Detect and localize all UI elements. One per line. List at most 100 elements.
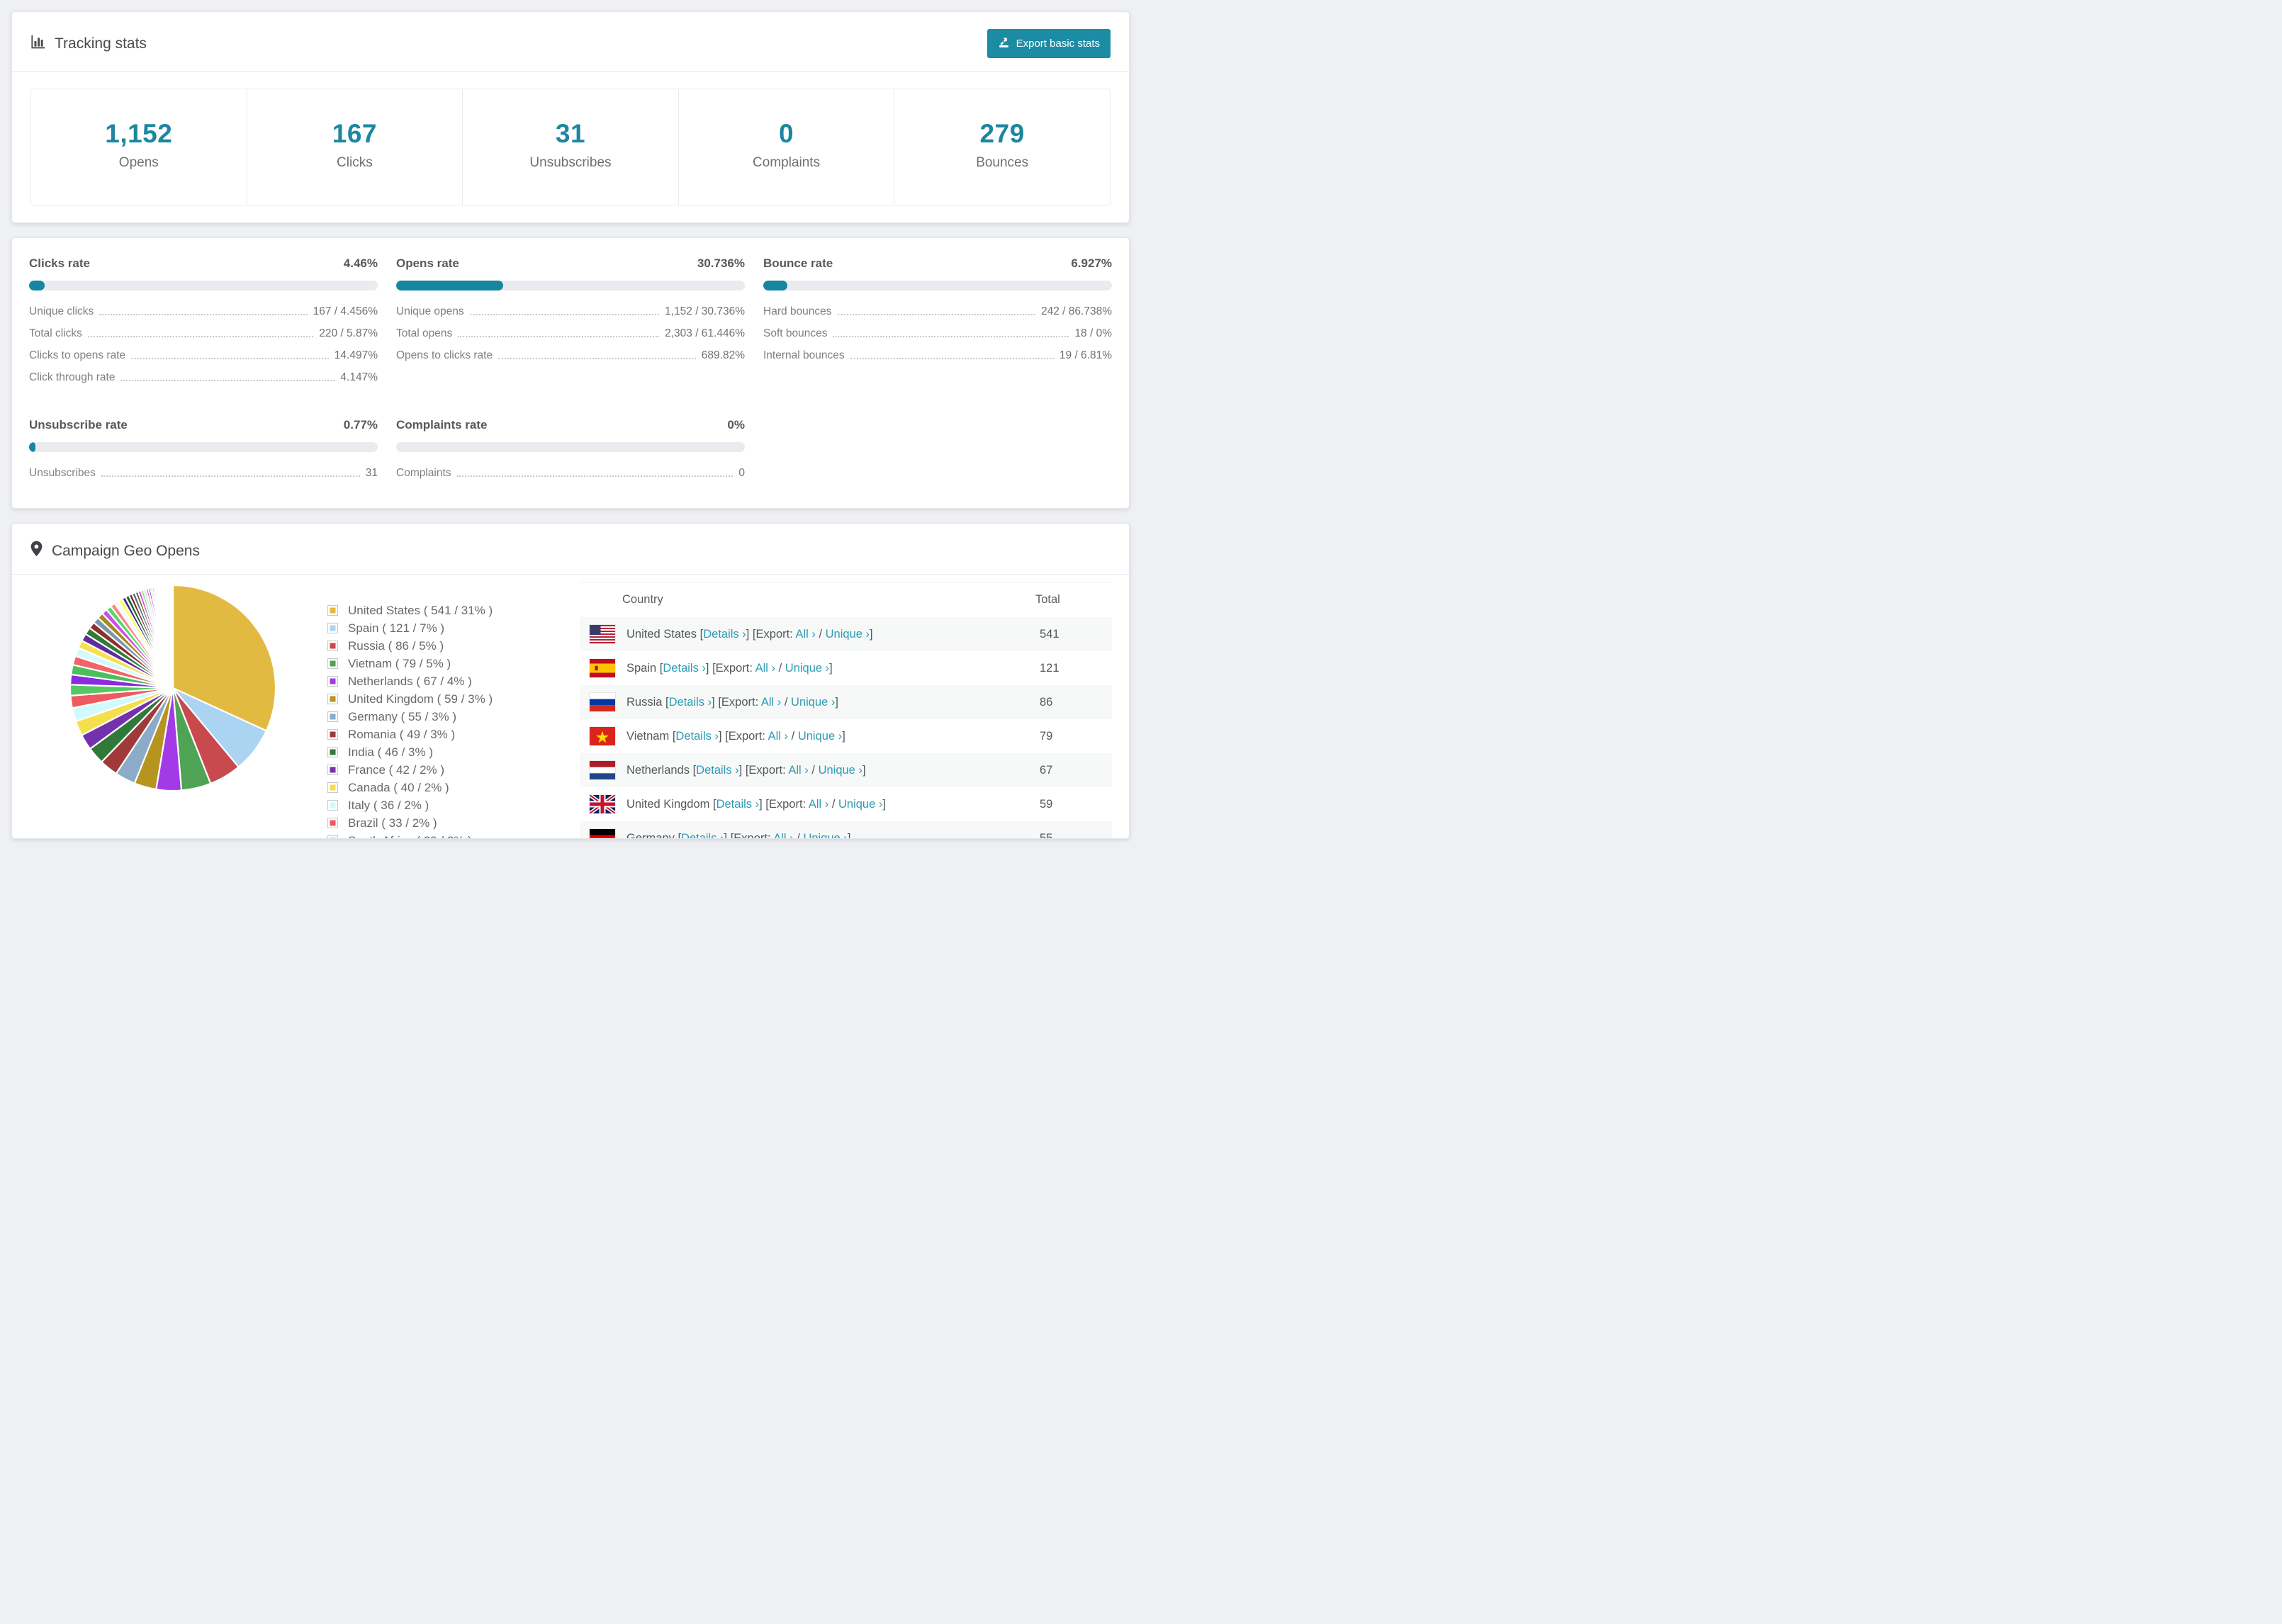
rate-row: Total opens 2,303 / 61.446% bbox=[396, 322, 745, 344]
legend-item: Spain ( 121 / 7% ) bbox=[327, 619, 553, 637]
rate-row-value: 0 bbox=[738, 466, 745, 479]
tracking-stats-title: Tracking stats bbox=[30, 34, 147, 53]
unsubscribe-rate-value: 0.77% bbox=[343, 418, 378, 432]
stat-complaints-value: 0 bbox=[779, 119, 794, 148]
details-link[interactable]: Details › bbox=[663, 662, 706, 675]
rate-row: Complaints 0 bbox=[396, 462, 745, 484]
dotted-leader bbox=[87, 335, 314, 337]
geo-opens-card: Campaign Geo Opens United States ( 541 /… bbox=[11, 523, 1130, 839]
table-row: Vietnam [Details ›] [Export: All › / Uni… bbox=[580, 719, 1112, 753]
clicks-rate-progressbar bbox=[29, 281, 378, 291]
dotted-leader bbox=[469, 313, 660, 315]
stat-opens: 1,152 Opens bbox=[31, 89, 247, 205]
legend-item: Netherlands ( 67 / 4% ) bbox=[327, 672, 553, 690]
legend-swatch bbox=[327, 605, 338, 616]
rate-row-label: Total clicks bbox=[29, 327, 82, 339]
legend-swatch bbox=[327, 711, 338, 722]
export-unique-link[interactable]: Unique › bbox=[785, 662, 829, 675]
complaints-rate-title: Complaints rate bbox=[396, 418, 488, 432]
legend-label: United States ( 541 / 31% ) bbox=[348, 603, 493, 617]
export-basic-stats-button[interactable]: Export basic stats bbox=[987, 29, 1111, 58]
country-total: 55 bbox=[1040, 831, 1053, 839]
unsubscribe-rate-progressbar bbox=[29, 442, 378, 452]
rate-row-value: 2,303 / 61.446% bbox=[665, 327, 745, 339]
stats-summary-row: 1,152 Opens 167 Clicks 31 Unsubscribes 0… bbox=[30, 89, 1111, 205]
legend-swatch bbox=[327, 729, 338, 740]
dotted-leader bbox=[498, 357, 696, 359]
legend-swatch bbox=[327, 782, 338, 793]
export-button-label: Export basic stats bbox=[1016, 38, 1100, 50]
export-unique-link[interactable]: Unique › bbox=[819, 764, 862, 777]
legend-label: Italy ( 36 / 2% ) bbox=[348, 798, 429, 812]
country-label: Netherlands [Details ›] [Export: All › /… bbox=[626, 763, 866, 777]
legend-swatch bbox=[327, 818, 338, 828]
geo-pie-legend: United States ( 541 / 31% ) Spain ( 121 /… bbox=[327, 602, 553, 838]
clicks-rate-title: Clicks rate bbox=[29, 256, 90, 270]
clicks-rate-progress-fill bbox=[29, 281, 45, 291]
details-link[interactable]: Details › bbox=[703, 628, 746, 641]
geo-table-header-country: Country bbox=[622, 593, 663, 606]
country-total: 541 bbox=[1040, 627, 1060, 641]
export-all-link[interactable]: All › bbox=[773, 832, 793, 839]
clicks-rate-value: 4.46% bbox=[343, 256, 378, 270]
rate-row-label: Click through rate bbox=[29, 371, 116, 383]
legend-item: United States ( 541 / 31% ) bbox=[327, 602, 553, 619]
geo-pie-chart bbox=[67, 582, 279, 798]
details-link[interactable]: Details › bbox=[669, 696, 712, 709]
legend-label: Germany ( 55 / 3% ) bbox=[348, 709, 457, 723]
rate-row-value: 18 / 0% bbox=[1074, 327, 1112, 339]
table-row: Spain [Details ›] [Export: All › / Uniqu… bbox=[580, 651, 1112, 685]
legend-swatch bbox=[327, 765, 338, 775]
rate-row-value: 19 / 6.81% bbox=[1059, 349, 1112, 361]
details-link[interactable]: Details › bbox=[716, 798, 760, 811]
country-label: United Kingdom [Details ›] [Export: All … bbox=[626, 797, 886, 811]
export-icon bbox=[998, 36, 1010, 51]
export-unique-link[interactable]: Unique › bbox=[791, 696, 835, 709]
export-all-link[interactable]: All › bbox=[809, 798, 828, 811]
flag-gb-icon bbox=[590, 795, 615, 813]
stat-unsubscribes-label: Unsubscribes bbox=[529, 155, 612, 170]
dotted-leader bbox=[458, 335, 660, 337]
export-unique-link[interactable]: Unique › bbox=[826, 628, 870, 641]
rate-row-label: Clicks to opens rate bbox=[29, 349, 126, 361]
rate-row: Soft bounces 18 / 0% bbox=[763, 322, 1112, 344]
opens-rate-title: Opens rate bbox=[396, 256, 459, 270]
legend-item: France ( 42 / 2% ) bbox=[327, 761, 553, 779]
unsubscribe-rate-progress-fill bbox=[29, 442, 35, 452]
legend-swatch bbox=[327, 658, 338, 669]
bar-chart-icon bbox=[30, 34, 45, 53]
legend-label: Canada ( 40 / 2% ) bbox=[348, 780, 449, 794]
table-row: Germany [Details ›] [Export: All › / Uni… bbox=[580, 821, 1112, 839]
pie-slice-other[interactable] bbox=[172, 584, 174, 689]
table-row: Netherlands [Details ›] [Export: All › /… bbox=[580, 753, 1112, 787]
export-unique-link[interactable]: Unique › bbox=[798, 730, 842, 743]
country-label: Spain [Details ›] [Export: All › / Uniqu… bbox=[626, 661, 833, 675]
details-link[interactable]: Details › bbox=[696, 764, 739, 777]
legend-label: Romania ( 49 / 3% ) bbox=[348, 727, 456, 741]
country-label: United States [Details ›] [Export: All ›… bbox=[626, 627, 873, 641]
country-total: 79 bbox=[1040, 729, 1053, 743]
geo-table: Country Total United States [Details ›] … bbox=[580, 582, 1112, 839]
rate-row-value: 1,152 / 30.736% bbox=[665, 305, 745, 317]
export-unique-link[interactable]: Unique › bbox=[803, 832, 847, 839]
export-all-link[interactable]: All › bbox=[788, 764, 808, 777]
rate-row: Unique clicks 167 / 4.456% bbox=[29, 300, 378, 322]
rate-row-value: 242 / 86.738% bbox=[1041, 305, 1112, 317]
legend-item: South Africa ( 29 / 2% ) bbox=[327, 832, 553, 838]
details-link[interactable]: Details › bbox=[675, 730, 719, 743]
rate-row: Internal bounces 19 / 6.81% bbox=[763, 344, 1112, 366]
rate-row-label: Hard bounces bbox=[763, 305, 832, 317]
legend-label: Vietnam ( 79 / 5% ) bbox=[348, 656, 451, 670]
dotted-leader bbox=[837, 313, 1036, 315]
export-all-link[interactable]: All › bbox=[795, 628, 815, 641]
legend-label: Russia ( 86 / 5% ) bbox=[348, 638, 444, 653]
legend-swatch bbox=[327, 800, 338, 811]
export-all-link[interactable]: All › bbox=[755, 662, 775, 675]
rate-row-value: 689.82% bbox=[701, 349, 745, 361]
export-all-link[interactable]: All › bbox=[768, 730, 788, 743]
export-unique-link[interactable]: Unique › bbox=[838, 798, 882, 811]
dotted-leader bbox=[833, 335, 1069, 337]
legend-label: Netherlands ( 67 / 4% ) bbox=[348, 674, 472, 688]
details-link[interactable]: Details › bbox=[681, 832, 724, 839]
export-all-link[interactable]: All › bbox=[761, 696, 781, 709]
